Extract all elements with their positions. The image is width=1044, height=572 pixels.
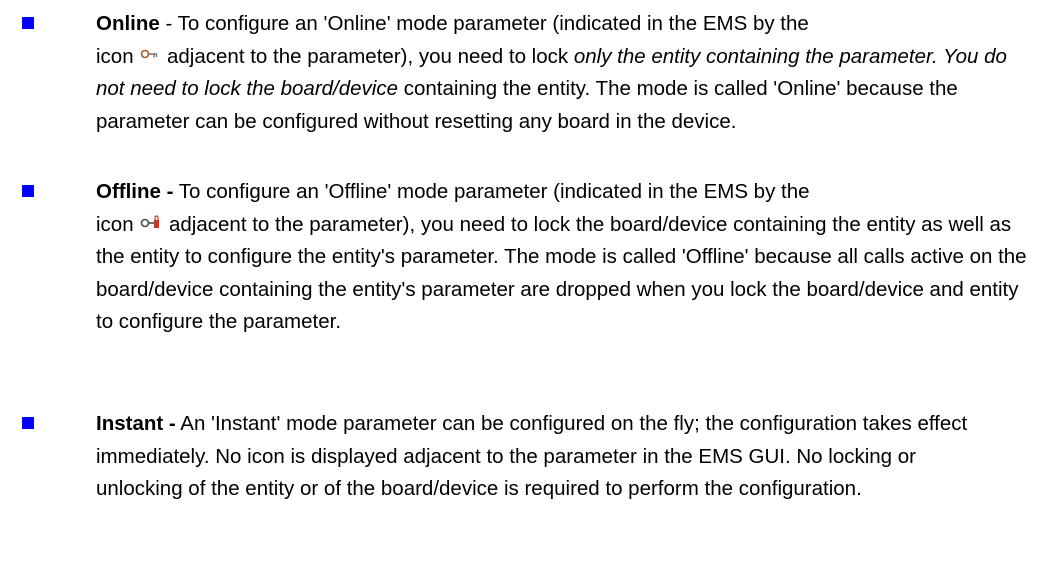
bullet-square [22, 417, 34, 429]
online-key-icon [140, 41, 158, 61]
item-text-offline: Offline - To configure an 'Offline' mode… [96, 180, 1027, 333]
term-offline: Offline - [96, 180, 174, 203]
bullet-square [22, 17, 34, 29]
bullet-square [22, 185, 34, 197]
term-instant: Instant - [96, 412, 176, 435]
item-text-instant: Instant - An 'Instant' mode parameter ca… [96, 412, 968, 500]
offline-key-lock-icon [140, 209, 160, 230]
term-online: Online [96, 12, 160, 35]
item-text-online: Online - To configure an 'Online' mode p… [96, 12, 1007, 133]
